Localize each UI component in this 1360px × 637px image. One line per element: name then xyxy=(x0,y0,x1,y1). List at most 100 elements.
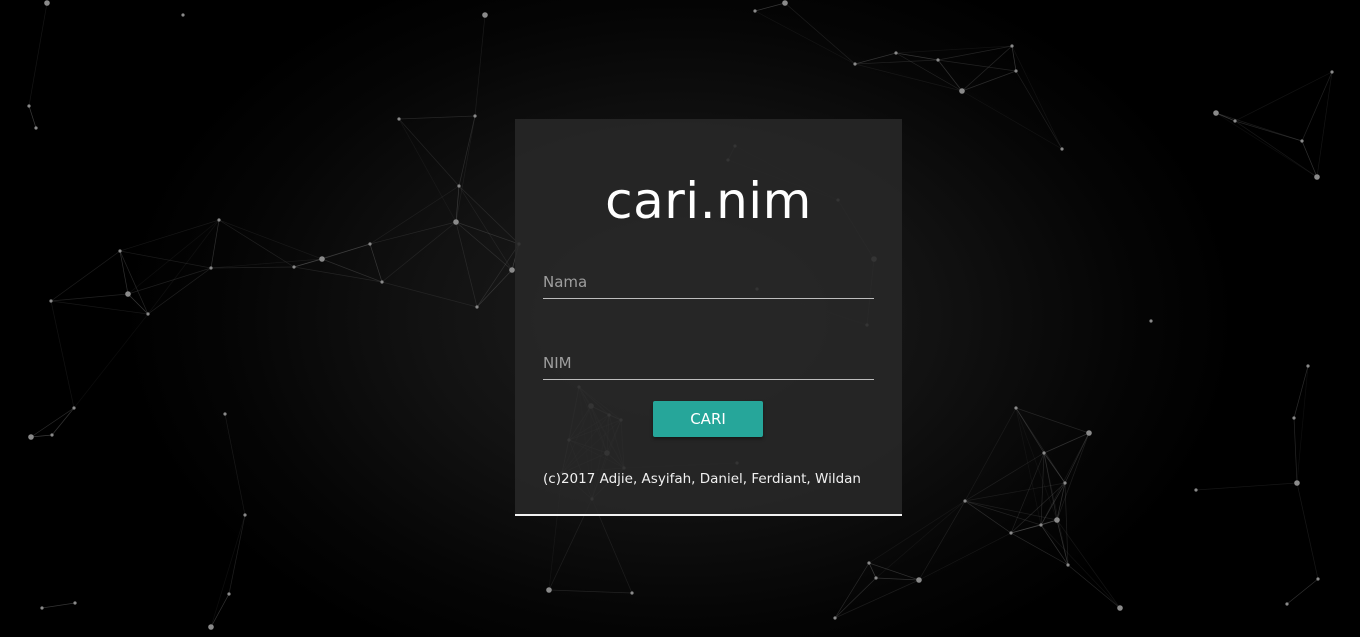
network-node xyxy=(457,184,461,188)
network-link xyxy=(369,221,457,245)
network-link xyxy=(50,293,129,302)
network-link xyxy=(119,250,149,315)
network-link xyxy=(147,267,212,315)
network-link xyxy=(1011,45,1063,150)
network-node xyxy=(208,624,214,630)
network-node xyxy=(1066,563,1070,567)
network-node xyxy=(368,242,372,246)
network-link xyxy=(474,14,486,117)
search-card: cari.nim CARI (c)2017 Adjie, Asyifah, Da… xyxy=(515,119,902,516)
network-node xyxy=(380,280,384,284)
network-link xyxy=(127,219,220,295)
network-node xyxy=(72,406,76,410)
footer-credit: (c)2017 Adjie, Asyifah, Daniel, Ferdiant… xyxy=(543,471,861,487)
network-link xyxy=(369,243,383,283)
network-link xyxy=(147,219,220,315)
network-link xyxy=(381,221,457,283)
network-node xyxy=(118,249,122,253)
network-link xyxy=(50,300,75,409)
network-link xyxy=(398,118,460,187)
network-node xyxy=(1194,488,1198,492)
network-link xyxy=(1234,120,1318,178)
network-node xyxy=(1039,523,1043,527)
network-node xyxy=(753,9,757,13)
network-link xyxy=(1296,365,1309,484)
network-link xyxy=(127,267,212,295)
network-link xyxy=(73,313,149,409)
network-node xyxy=(874,576,878,580)
network-node xyxy=(1306,364,1310,368)
network-link xyxy=(228,514,246,595)
network-link xyxy=(458,115,476,187)
network-node xyxy=(1054,517,1060,523)
network-node xyxy=(223,412,227,416)
network-node xyxy=(782,0,788,6)
network-link xyxy=(1301,71,1333,142)
network-link xyxy=(218,219,323,260)
network-link xyxy=(961,70,1017,92)
network-link xyxy=(50,300,149,315)
network-link xyxy=(218,219,295,268)
network-link xyxy=(398,115,476,120)
network-link xyxy=(119,250,212,269)
network-node xyxy=(482,12,488,18)
network-link xyxy=(1215,112,1318,178)
network-link xyxy=(321,258,383,283)
network-link xyxy=(224,413,246,516)
network-link xyxy=(937,59,963,92)
network-node xyxy=(34,126,38,130)
nama-input[interactable] xyxy=(543,265,874,299)
network-link xyxy=(1040,524,1121,609)
network-link xyxy=(210,219,220,269)
network-node xyxy=(1330,70,1334,74)
network-node xyxy=(894,51,898,55)
network-link xyxy=(784,2,856,65)
network-node xyxy=(936,58,940,62)
network-node xyxy=(125,291,131,297)
page-background: cari.nim CARI (c)2017 Adjie, Asyifah, Da… xyxy=(0,0,1360,637)
network-link xyxy=(381,281,478,308)
network-link xyxy=(1234,71,1333,122)
network-node xyxy=(1149,319,1153,323)
network-link xyxy=(961,45,1013,92)
network-node xyxy=(1042,451,1046,455)
network-link xyxy=(1040,432,1090,526)
network-link xyxy=(28,105,37,129)
network-link xyxy=(1296,482,1319,580)
network-link xyxy=(1043,432,1090,454)
network-link xyxy=(1015,407,1090,434)
network-node xyxy=(28,434,34,440)
network-node xyxy=(1063,481,1067,485)
network-node xyxy=(1316,577,1320,581)
network-node xyxy=(1014,69,1018,73)
network-node xyxy=(1117,605,1123,611)
network-node xyxy=(227,592,231,596)
network-link xyxy=(30,434,53,438)
network-node xyxy=(27,104,31,108)
network-link xyxy=(1015,70,1063,150)
network-link xyxy=(834,579,920,619)
network-node xyxy=(73,601,77,605)
network-node xyxy=(916,577,922,583)
network-link xyxy=(854,63,963,92)
network-link xyxy=(1293,417,1298,484)
network-link xyxy=(455,221,520,245)
cari-button[interactable]: CARI xyxy=(653,401,763,437)
network-node xyxy=(50,433,54,437)
network-node xyxy=(181,13,185,17)
network-link xyxy=(754,10,856,65)
network-link xyxy=(41,602,76,609)
network-link xyxy=(1040,452,1045,526)
network-node xyxy=(630,591,634,595)
network-node xyxy=(833,616,837,620)
network-link xyxy=(964,407,1017,502)
network-link xyxy=(210,514,246,628)
network-link xyxy=(369,185,460,245)
network-link xyxy=(937,59,1017,72)
network-link xyxy=(964,500,1042,526)
network-node xyxy=(475,305,479,309)
network-link xyxy=(548,589,633,594)
network-node xyxy=(40,606,44,610)
nim-input[interactable] xyxy=(543,346,874,380)
app-title: cari.nim xyxy=(605,172,812,230)
